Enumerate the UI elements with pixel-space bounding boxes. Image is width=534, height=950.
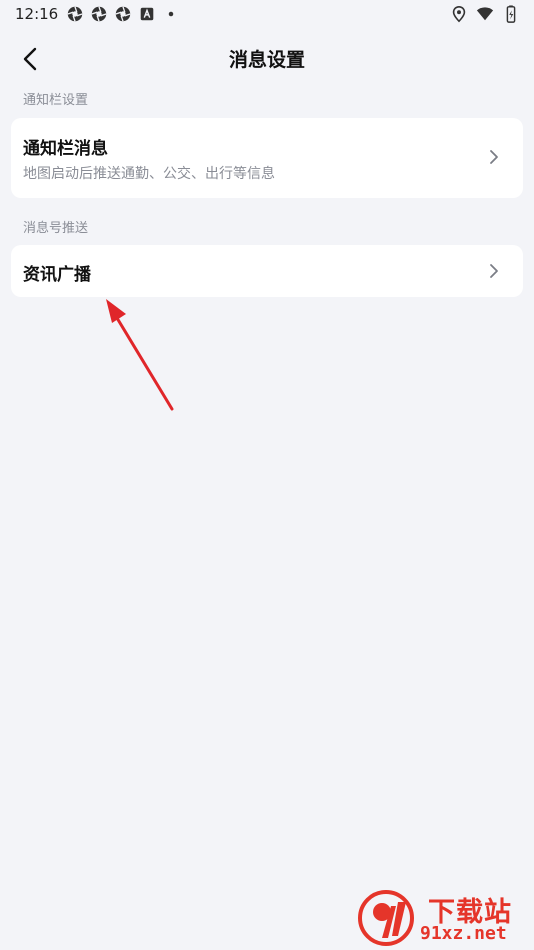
page-title: 消息设置 bbox=[228, 49, 305, 71]
status-notification-icons bbox=[66, 5, 180, 23]
item-title: 资讯广播 bbox=[23, 265, 91, 285]
section-label-notification-bar: 通知栏设置 bbox=[23, 93, 89, 108]
dot-icon bbox=[168, 11, 174, 17]
chevron-right-icon bbox=[490, 264, 498, 278]
aperture-icon bbox=[115, 6, 131, 22]
item-subtitle: 地图启动后推送通勤、公交、出行等信息 bbox=[23, 166, 275, 182]
watermark-line2: 91xz.net bbox=[420, 923, 507, 944]
status-system-icons bbox=[450, 5, 520, 23]
status-bar: 12:16 bbox=[0, 0, 534, 28]
font-app-icon bbox=[140, 7, 154, 21]
watermark: 下载站 91xz.net bbox=[358, 888, 528, 948]
nav-bar: 消息设置 bbox=[0, 36, 534, 80]
notification-bar-messages-item[interactable]: 通知栏消息 地图启动后推送通勤、公交、出行等信息 bbox=[11, 118, 523, 198]
status-time: 12:16 bbox=[15, 5, 59, 23]
battery-charging-icon bbox=[506, 5, 516, 23]
section-label-message-push: 消息号推送 bbox=[23, 221, 89, 236]
item-title: 通知栏消息 bbox=[23, 139, 108, 159]
aperture-icon bbox=[91, 6, 107, 22]
chevron-right-icon bbox=[490, 150, 498, 164]
news-broadcast-item[interactable]: 资讯广播 bbox=[11, 245, 523, 297]
aperture-icon bbox=[67, 6, 83, 22]
location-icon bbox=[452, 5, 466, 23]
wifi-icon bbox=[476, 7, 494, 21]
site-logo-icon bbox=[358, 890, 414, 946]
